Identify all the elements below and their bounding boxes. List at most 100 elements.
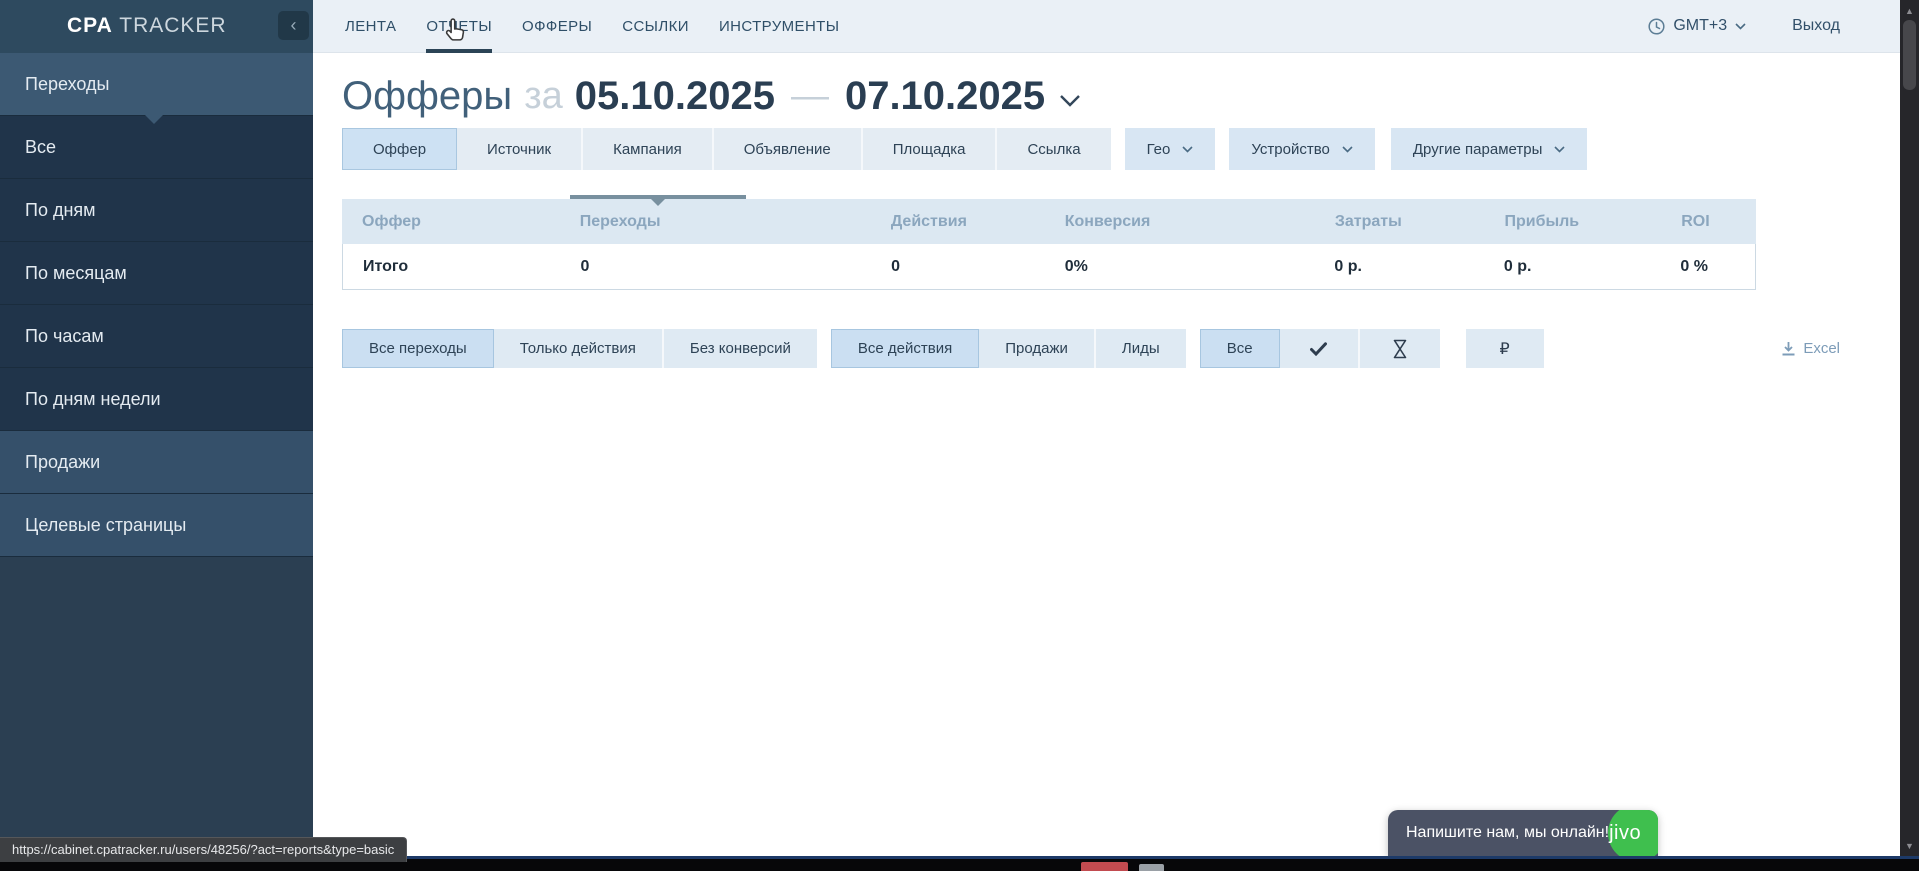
date-from[interactable]: 05.10.2025	[575, 74, 775, 119]
filter-row: Все переходы Только действия Без конверс…	[342, 329, 1900, 368]
dropdown-label: Устройство	[1251, 141, 1329, 158]
scroll-up-arrow-icon[interactable]: ▲	[1900, 2, 1919, 19]
geo-dropdown[interactable]: Гео	[1125, 128, 1216, 170]
sidebar-item-prodazhi[interactable]: Продажи	[0, 431, 313, 494]
filter-label: Только действия	[520, 340, 636, 357]
totals-conversion: 0%	[1045, 258, 1315, 276]
date-range-chevron-icon[interactable]	[1059, 94, 1081, 107]
filter-label: Продажи	[1005, 340, 1068, 357]
col-header-zatraty[interactable]: Затраты	[1315, 213, 1485, 231]
chevron-down-icon	[1554, 146, 1565, 153]
totals-roi: 0 %	[1660, 258, 1755, 276]
sidebar-item-po-chasam[interactable]: По часам	[0, 305, 313, 368]
tab-obyavlenie[interactable]: Объявление	[714, 128, 863, 170]
traffic-filter-group: Все переходы Только действия Без конверс…	[342, 329, 817, 368]
filter-vse-deystviya[interactable]: Все действия	[831, 329, 979, 368]
filter-label: Без конверсий	[690, 340, 791, 357]
chat-widget[interactable]: Напишите нам, мы онлайн! jivo	[1388, 810, 1658, 856]
nav-tab-ssylki[interactable]: ССЫЛКИ	[622, 0, 689, 53]
nav-tab-label: ЛЕНТА	[345, 18, 396, 35]
totals-clicks: 0	[560, 258, 871, 276]
filter-bez-konversiy[interactable]: Без конверсий	[664, 329, 817, 368]
totals-label: Итого	[343, 258, 560, 276]
sidebar-item-label: По часам	[25, 326, 104, 347]
tab-ssylka[interactable]: Ссылка	[997, 128, 1110, 170]
totals-costs: 0 р.	[1314, 258, 1483, 276]
filter-status-pending[interactable]	[1360, 329, 1440, 368]
nav-tab-label: ОТЧЕТЫ	[426, 18, 492, 35]
filter-label: Все переходы	[369, 340, 467, 357]
page-title: Офферы	[342, 74, 512, 119]
chevron-down-icon	[1735, 23, 1746, 30]
nav-tab-label: ОФФЕРЫ	[522, 18, 592, 35]
actions-filter-group: Все действия Продажи Лиды	[831, 329, 1186, 368]
sidebar-item-label: Продажи	[25, 452, 100, 473]
nav-tab-instrumenty[interactable]: ИНСТРУМЕНТЫ	[719, 0, 840, 53]
logout-link[interactable]: Выход	[1792, 17, 1840, 35]
check-icon	[1310, 342, 1327, 356]
tab-ploshchadka[interactable]: Площадка	[863, 128, 998, 170]
totals-profit: 0 р.	[1484, 258, 1661, 276]
tab-offer[interactable]: Оффер	[342, 128, 457, 170]
filter-tolko-deystviya[interactable]: Только действия	[494, 329, 664, 368]
sidebar-item-po-mesyacam[interactable]: По месяцам	[0, 242, 313, 305]
col-header-konversiya[interactable]: Конверсия	[1045, 213, 1315, 231]
tab-label: Источник	[487, 141, 551, 158]
sidebar-item-celevye-stranicy[interactable]: Целевые страницы	[0, 494, 313, 557]
main-content: Офферы за 05.10.2025 — 07.10.2025 Оффер …	[313, 53, 1900, 856]
filter-status-vse[interactable]: Все	[1200, 329, 1280, 368]
sidebar-item-perehody[interactable]: Переходы	[0, 53, 313, 116]
col-header-perehody[interactable]: Переходы	[560, 213, 871, 231]
filter-label: Все	[1227, 340, 1253, 357]
filter-prodazhi[interactable]: Продажи	[979, 329, 1096, 368]
nav-tab-label: ССЫЛКИ	[622, 18, 689, 35]
col-header-deystviya[interactable]: Действия	[871, 213, 1045, 231]
tab-label: Оффер	[373, 141, 426, 158]
sidebar-item-po-dnyam-nedeli[interactable]: По дням недели	[0, 368, 313, 431]
filter-status-confirmed[interactable]	[1280, 329, 1360, 368]
tab-label: Площадка	[893, 141, 966, 158]
nav-tab-offery[interactable]: ОФФЕРЫ	[522, 0, 592, 53]
sidebar-collapse-button[interactable]: ‹	[278, 11, 309, 40]
totals-actions: 0	[871, 258, 1045, 276]
filter-vse-perehody[interactable]: Все переходы	[342, 329, 494, 368]
filter-label: Все действия	[858, 340, 952, 357]
excel-export-link[interactable]: Excel	[1781, 329, 1840, 368]
tab-istochnik[interactable]: Источник	[457, 128, 583, 170]
excel-label: Excel	[1803, 340, 1840, 357]
sidebar-item-vse[interactable]: Все	[0, 116, 313, 179]
nav-tab-otchety[interactable]: ОТЧЕТЫ	[426, 0, 492, 53]
chat-message: Напишите нам, мы онлайн!	[1406, 824, 1609, 842]
col-header-roi[interactable]: ROI	[1661, 213, 1756, 231]
download-icon	[1781, 341, 1796, 356]
nav-tab-lenta[interactable]: ЛЕНТА	[345, 0, 396, 53]
col-header-pribyl[interactable]: Прибыль	[1484, 213, 1661, 231]
scroll-down-arrow-icon[interactable]: ▼	[1900, 837, 1919, 854]
top-navigation-bar: ЛЕНТА ОТЧЕТЫ ОФФЕРЫ ССЫЛКИ ИНСТРУМЕНТЫ G…	[313, 0, 1900, 53]
date-to[interactable]: 07.10.2025	[845, 74, 1045, 119]
currency-filter-button[interactable]: ₽	[1466, 329, 1544, 368]
other-params-dropdown[interactable]: Другие параметры	[1391, 128, 1588, 170]
clock-icon	[1648, 18, 1665, 35]
scrollbar-thumb[interactable]	[1903, 20, 1916, 90]
sidebar: CPA TRACKER ‹ Переходы Все По дням По ме…	[0, 0, 313, 871]
col-header-offer[interactable]: Оффер	[342, 213, 560, 231]
sidebar-item-label: По дням недели	[25, 389, 161, 410]
table-header-row: Оффер Переходы Действия Конверсия Затрат…	[342, 199, 1756, 244]
chevron-down-icon	[1342, 146, 1353, 153]
tab-kampaniya[interactable]: Кампания	[583, 128, 714, 170]
taskbar-red-fragment	[1081, 862, 1128, 871]
filter-lidy[interactable]: Лиды	[1096, 329, 1186, 368]
sidebar-item-label: Переходы	[25, 74, 109, 95]
dimension-tab-group: Оффер Источник Кампания Объявление Площа…	[342, 128, 1111, 170]
timezone-value: GMT+3	[1673, 17, 1727, 35]
sort-indicator	[570, 195, 746, 199]
sidebar-item-po-dnyam[interactable]: По дням	[0, 179, 313, 242]
table-row-totals: Итого 0 0 0% 0 р. 0 р. 0 %	[342, 244, 1756, 290]
device-dropdown[interactable]: Устройство	[1229, 128, 1374, 170]
status-bar-url: https://cabinet.cpatracker.ru/users/4825…	[0, 837, 407, 862]
app-logo: CPA TRACKER	[67, 14, 227, 38]
chevron-down-icon	[1182, 146, 1193, 153]
timezone-selector[interactable]: GMT+3	[1648, 17, 1746, 35]
page-scrollbar[interactable]: ▲ ▼	[1900, 0, 1919, 856]
